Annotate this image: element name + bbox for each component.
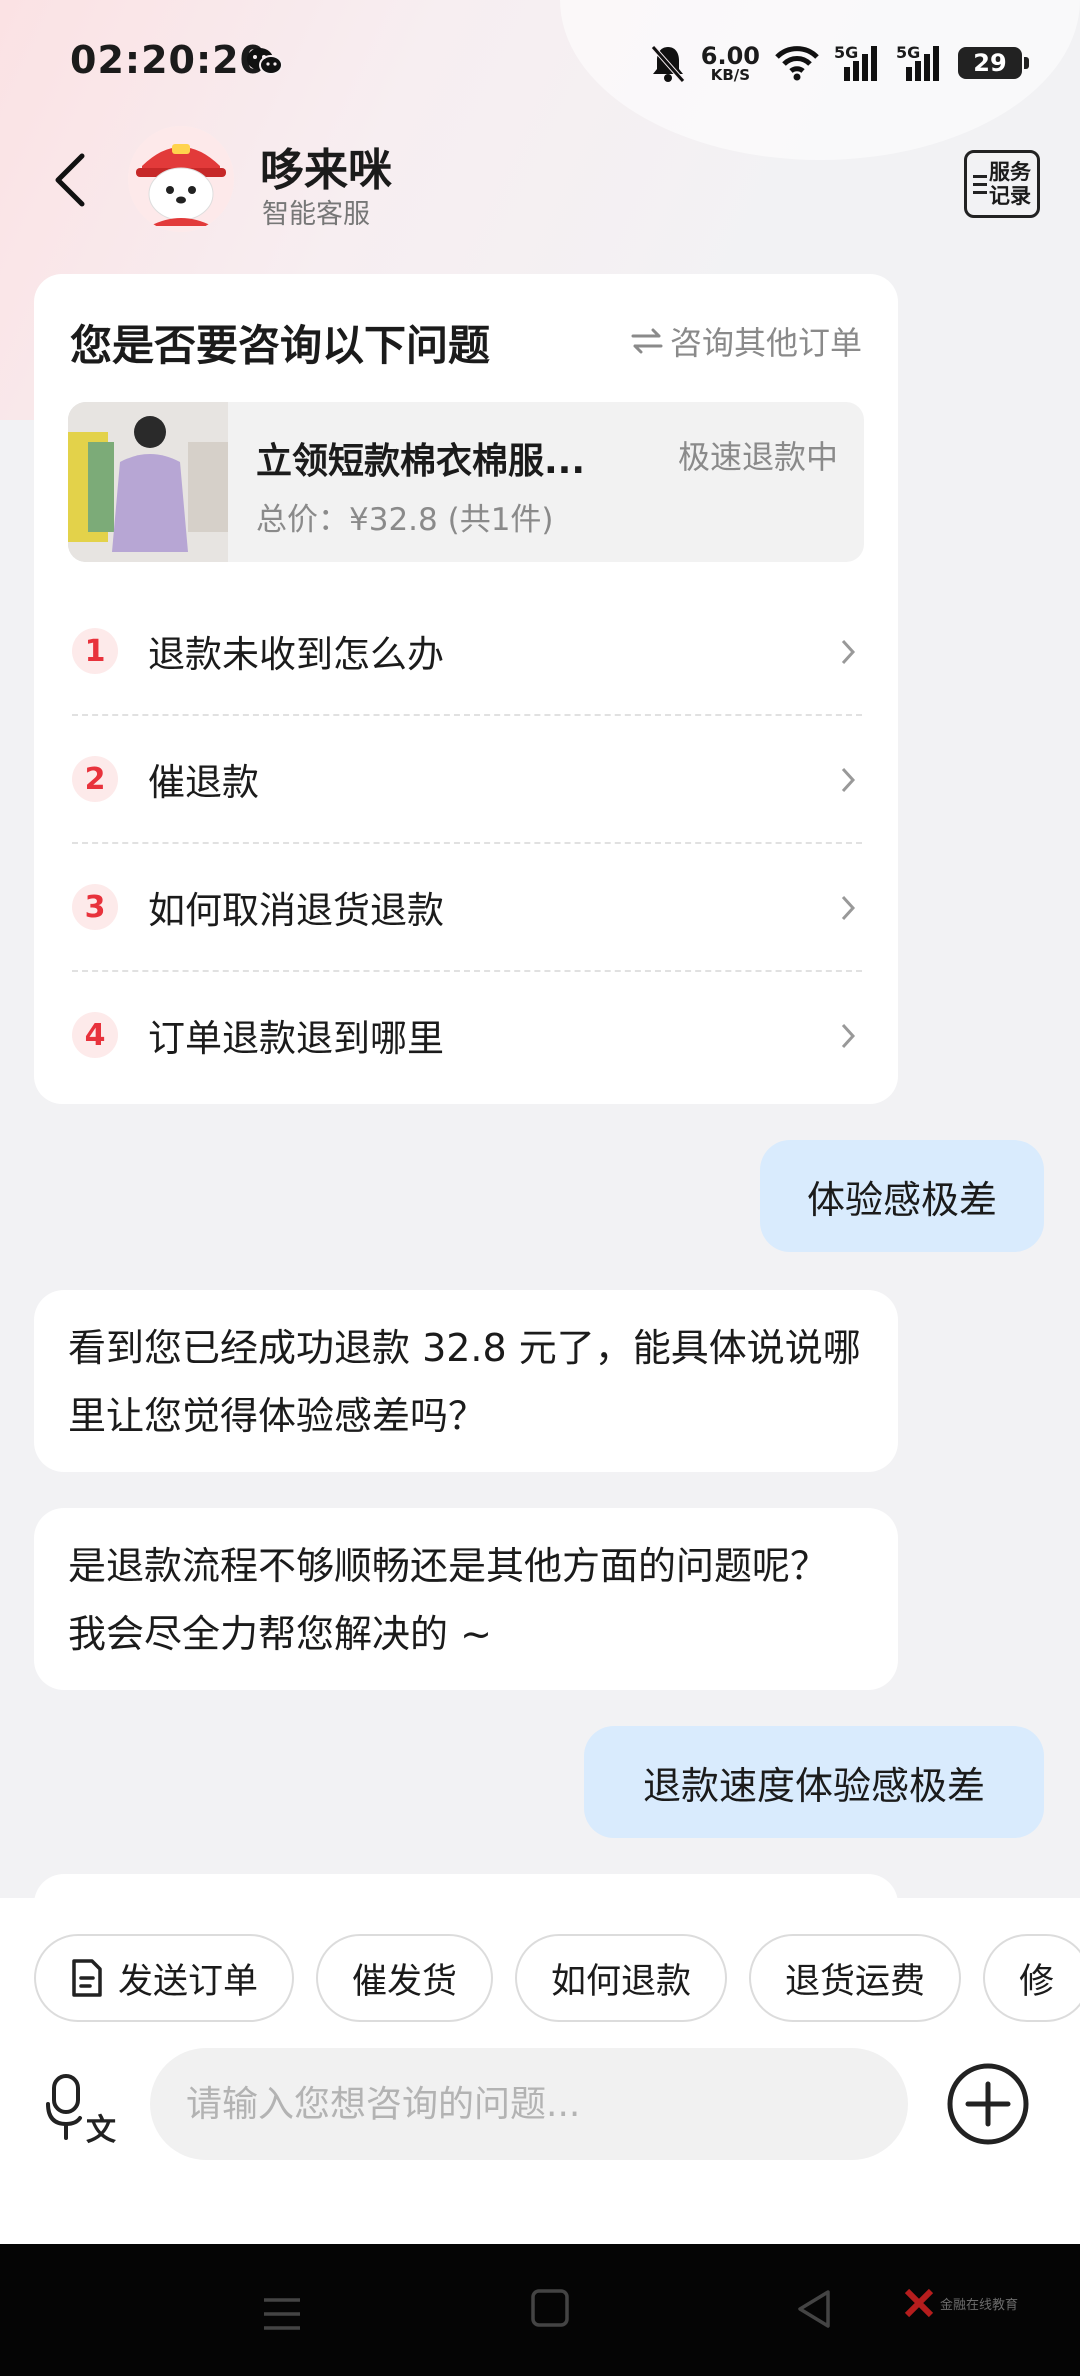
watermark-logo-icon	[904, 2288, 934, 2318]
message-input[interactable]	[150, 2048, 908, 2160]
quick-actions: 发送订单 催发货 如何退款 退货运费 修	[34, 1934, 1080, 2022]
svg-text:文: 文	[86, 2113, 116, 2146]
how-to-refund-chip[interactable]: 如何退款	[515, 1934, 728, 2022]
signal-sim2: 5G	[896, 43, 944, 83]
plus-circle-icon[interactable]	[946, 2062, 1030, 2146]
back-triangle-icon[interactable]	[794, 2288, 834, 2330]
product-thumbnail	[68, 402, 228, 562]
faq-text: 如何取消退货退款	[148, 889, 444, 932]
wechat-icon	[247, 48, 283, 75]
chevron-right-icon	[841, 639, 856, 665]
faq-item[interactable]: 1 退款未收到怎么办	[72, 588, 862, 714]
wifi-icon	[775, 46, 819, 81]
bell-muted-icon	[650, 45, 685, 83]
faq-number-badge: 4	[72, 1012, 118, 1058]
faq-text: 退款未收到怎么办	[148, 633, 444, 676]
faq-text: 催退款	[148, 761, 259, 804]
menu-icon[interactable]	[262, 2296, 302, 2332]
send-order-chip[interactable]: 发送订单	[34, 1934, 295, 2022]
home-square-icon[interactable]	[530, 2288, 570, 2328]
chevron-right-icon	[841, 767, 856, 793]
faq-title: 您是否要咨询以下问题	[70, 321, 491, 370]
faq-item[interactable]: 2 催退款	[72, 714, 862, 842]
product-image	[68, 402, 228, 562]
urge-shipping-chip[interactable]: 催发货	[316, 1934, 494, 2022]
other-order-button[interactable]: 咨询其他订单	[630, 318, 862, 364]
order-summary[interactable]: 立领短款棉衣棉服... 极速退款中 总价：¥32.8 (共1件)	[68, 402, 864, 562]
net-speed: 6.00 KB/S	[700, 41, 760, 84]
document-icon	[72, 1959, 102, 1997]
chevron-right-icon	[841, 1023, 856, 1049]
page-title: 哆来咪	[260, 145, 392, 196]
back-arrow-icon[interactable]	[52, 152, 88, 208]
faq-text: 订单退款退到哪里	[148, 1017, 444, 1060]
system-nav-bar: 金融在线教育	[0, 2244, 1080, 2376]
faq-list: 1 退款未收到怎么办 2 催退款 3 如何取消退货退款 4 订单退款退到哪里	[72, 588, 862, 1098]
bot-message: 是退款流程不够顺畅还是其他方面的问题呢？我会尽全力帮您解决的 ~	[34, 1508, 898, 1690]
faq-number-badge: 1	[72, 628, 118, 674]
voice-to-text-icon[interactable]: 文	[46, 2074, 118, 2146]
status-bar: 02:20:20 6.00 KB/S 5G 5G 29	[0, 0, 1080, 128]
input-panel: 发送订单 催发货 如何退款 退货运费 修 文	[0, 1898, 1080, 2244]
avatar[interactable]	[128, 126, 234, 232]
product-name: 立领短款棉衣棉服...	[256, 441, 586, 482]
swap-icon	[631, 328, 663, 354]
faq-card: 您是否要咨询以下问题 咨询其他订单 立领短款棉衣棉服... 极速退款中 总价：¥…	[34, 274, 898, 1104]
list-icon	[973, 170, 987, 199]
chevron-right-icon	[841, 895, 856, 921]
page-subtitle: 智能客服	[262, 199, 370, 230]
user-message: 体验感极差	[760, 1140, 1044, 1252]
signal-sim1: 5G	[834, 43, 882, 83]
faq-item[interactable]: 3 如何取消退货退款	[72, 842, 862, 970]
faq-number-badge: 2	[72, 756, 118, 802]
more-chip[interactable]: 修	[983, 1934, 1080, 2022]
user-message: 退款速度体验感极差	[584, 1726, 1044, 1838]
watermark: 金融在线教育	[904, 2288, 1018, 2318]
service-record-button[interactable]: 服务 记录	[964, 150, 1040, 218]
order-price: 总价：¥32.8 (共1件)	[256, 502, 554, 538]
faq-number-badge: 3	[72, 884, 118, 930]
return-shipping-chip[interactable]: 退货运费	[749, 1934, 962, 2022]
status-time: 02:20:20	[70, 38, 268, 82]
order-status: 极速退款中	[677, 438, 838, 476]
faq-item[interactable]: 4 订单退款退到哪里	[72, 970, 862, 1098]
mascot-avatar-icon	[128, 126, 234, 232]
bot-message: 看到您已经成功退款 32.8 元了，能具体说说哪里让您觉得体验感差吗？	[34, 1290, 898, 1472]
battery-icon: 29	[958, 47, 1029, 79]
